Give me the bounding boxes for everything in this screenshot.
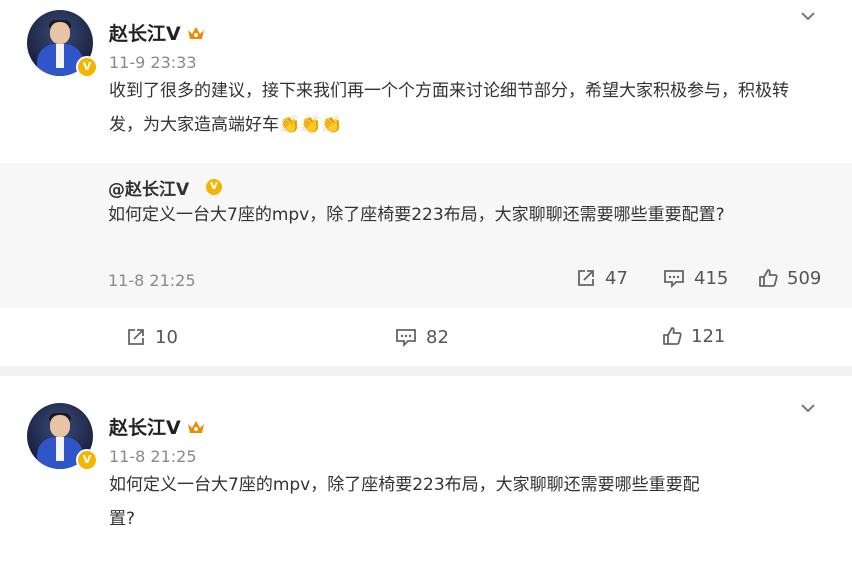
- repost-count: 10: [155, 326, 178, 348]
- comment-icon: [396, 329, 416, 348]
- verified-badge-icon: V: [206, 179, 222, 195]
- repost-button[interactable]: 10: [125, 326, 178, 348]
- share-icon: [128, 329, 144, 345]
- like-count: 121: [691, 325, 726, 347]
- chevron-down-icon[interactable]: [798, 6, 818, 26]
- author-name[interactable]: 赵长江V: [109, 19, 181, 46]
- thumbs-up-icon: [759, 269, 778, 287]
- like-button[interactable]: 121: [661, 325, 725, 347]
- post-text: 如何定义一台大7座的mpv，除了座椅要223布局，大家聊聊还需要哪些重要配置?: [109, 475, 700, 529]
- post-time: 11-9 23:33: [109, 53, 197, 72]
- quoted-repost-count: 47: [605, 267, 628, 289]
- quoted-like-button[interactable]: 509: [757, 267, 821, 289]
- quoted-author-name[interactable]: @赵长江V: [108, 175, 189, 200]
- share-icon: [578, 270, 594, 286]
- quoted-like-count: 509: [787, 267, 822, 289]
- post-time: 11-8 21:25: [109, 447, 197, 466]
- post-text: 收到了很多的建议，接下来我们再一个个方面来讨论细节部分，希望大家积极参与，积极转…: [109, 81, 789, 135]
- quoted-post[interactable]: @赵长江V V 如何定义一台大7座的mpv，除了座椅要223布局，大家聊聊还需要…: [0, 163, 852, 308]
- weibo-post-card: V 赵长江V 11-9 23:33 收到了很多的建议，接下来我们再一个个方面来讨…: [0, 0, 852, 366]
- verified-badge-icon: V: [76, 449, 98, 471]
- thumbs-up-icon: [663, 327, 682, 345]
- author-name[interactable]: 赵长江V: [109, 413, 181, 440]
- comment-button[interactable]: 82: [394, 326, 449, 348]
- weibo-post-card: V 赵长江V 11-8 21:25 如何定义一台大7座的mpv，除了座椅要223…: [0, 376, 852, 564]
- crown-icon: [188, 27, 204, 39]
- chevron-down-icon[interactable]: [798, 398, 818, 418]
- comment-icon: [664, 270, 684, 289]
- quoted-comment-button[interactable]: 415: [662, 267, 728, 289]
- crown-icon: [188, 421, 204, 433]
- verified-badge-icon: V: [76, 56, 98, 78]
- quoted-repost-button[interactable]: 47: [575, 267, 628, 289]
- quoted-time: 11-8 21:25: [108, 271, 196, 290]
- quoted-text: 如何定义一台大7座的mpv，除了座椅要223布局，大家聊聊还需要哪些重要配置?: [108, 205, 725, 225]
- comment-count: 82: [426, 326, 449, 348]
- quoted-comment-count: 415: [694, 267, 729, 289]
